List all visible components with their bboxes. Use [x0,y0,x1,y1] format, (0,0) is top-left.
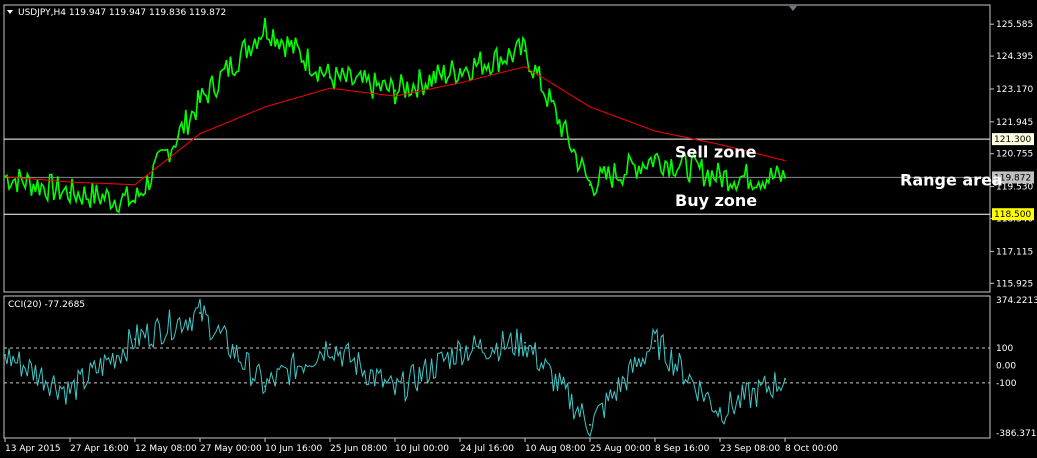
price-data-point [133,199,137,203]
cci-data-point [329,343,331,346]
price-label: 118.500 [994,210,1031,220]
cci-data-point [4,353,6,356]
cci-data-point [69,390,71,393]
cci-data-point [134,338,136,341]
chart-annotation: Range area [900,171,1003,190]
x-tick-label: 10 Jun 16:00 [265,444,322,454]
cci-y-tick-label: 374.2213 [996,296,1037,306]
x-tick-label: 23 Sep 08:00 [720,444,780,454]
cci-y-tick-label: 0.00 [996,361,1016,371]
cci-data-point [264,385,266,388]
x-tick-label: 25 Jun 08:00 [330,444,387,454]
price-data-point [523,49,527,52]
price-data-point [588,183,592,186]
cci-line-series [4,298,786,438]
price-line-series [4,17,786,214]
x-tick-label: 24 Jul 16:00 [460,444,514,454]
cci-data-point [784,377,786,380]
cci-y-tick-label: 100 [996,344,1013,354]
y-tick-label: 117.115 [996,247,1033,257]
x-tick-label: 10 Jul 00:00 [395,444,449,454]
price-data-point [328,76,332,79]
cci-data-point [459,348,461,351]
cci-data-point [719,409,721,412]
price-data-point [263,25,267,28]
price-data-point [718,175,722,178]
y-tick-label: 115.925 [996,279,1033,289]
price-label: 121.300 [994,135,1031,145]
x-tick-label: 12 May 08:00 [135,444,197,454]
chart-annotation: Buy zone [675,191,757,210]
cci-y-tick-label: -386.3718 [996,429,1037,439]
price-chart-svg[interactable]: 125.585124.395123.170121.945120.755119.5… [0,0,1037,458]
x-tick-label: 10 Aug 08:00 [525,444,586,454]
cci-data-point [654,339,656,342]
cci-data-point [524,341,526,344]
price-data-point [393,89,397,93]
price-data-point [68,191,72,194]
y-tick-label: 124.395 [996,52,1033,62]
cci-data-point [199,311,201,314]
cci-chart-title: CCI(20) -77.2685 [8,300,85,310]
cci-data-point [394,390,396,393]
price-data-point [653,156,657,160]
cci-panel-frame [3,295,991,439]
cci-y-tick-label: -100 [996,379,1017,389]
x-tick-label: 13 Apr 2015 [5,444,61,454]
y-tick-label: 125.585 [996,20,1033,30]
price-data-point [783,176,787,179]
x-tick-label: 8 Sep 16:00 [655,444,710,454]
chart-window: 125.585 124.395 123.170 121.945 120.755 119.5… [0,0,1037,458]
x-tick-label: 27 May 00:00 [200,444,262,454]
price-data-point [458,68,462,71]
shift-marker-icon[interactable] [789,6,797,11]
price-data-point [3,175,7,178]
price-data-point [198,100,202,103]
x-tick-label: 27 Apr 16:00 [70,444,129,454]
y-tick-label: 121.945 [996,118,1033,128]
chart-menu-icon[interactable] [7,10,13,14]
y-tick-label: 123.170 [996,85,1033,95]
cci-data-point [589,423,591,426]
chart-annotation: Sell zone [675,143,757,162]
main-chart-title: USDJPY,H4 119.947 119.947 119.836 119.87… [18,8,226,18]
x-tick-label: 25 Aug 00:00 [590,444,651,454]
x-tick-label: 8 Oct 00:00 [785,444,838,454]
y-tick-label: 120.755 [996,150,1033,160]
